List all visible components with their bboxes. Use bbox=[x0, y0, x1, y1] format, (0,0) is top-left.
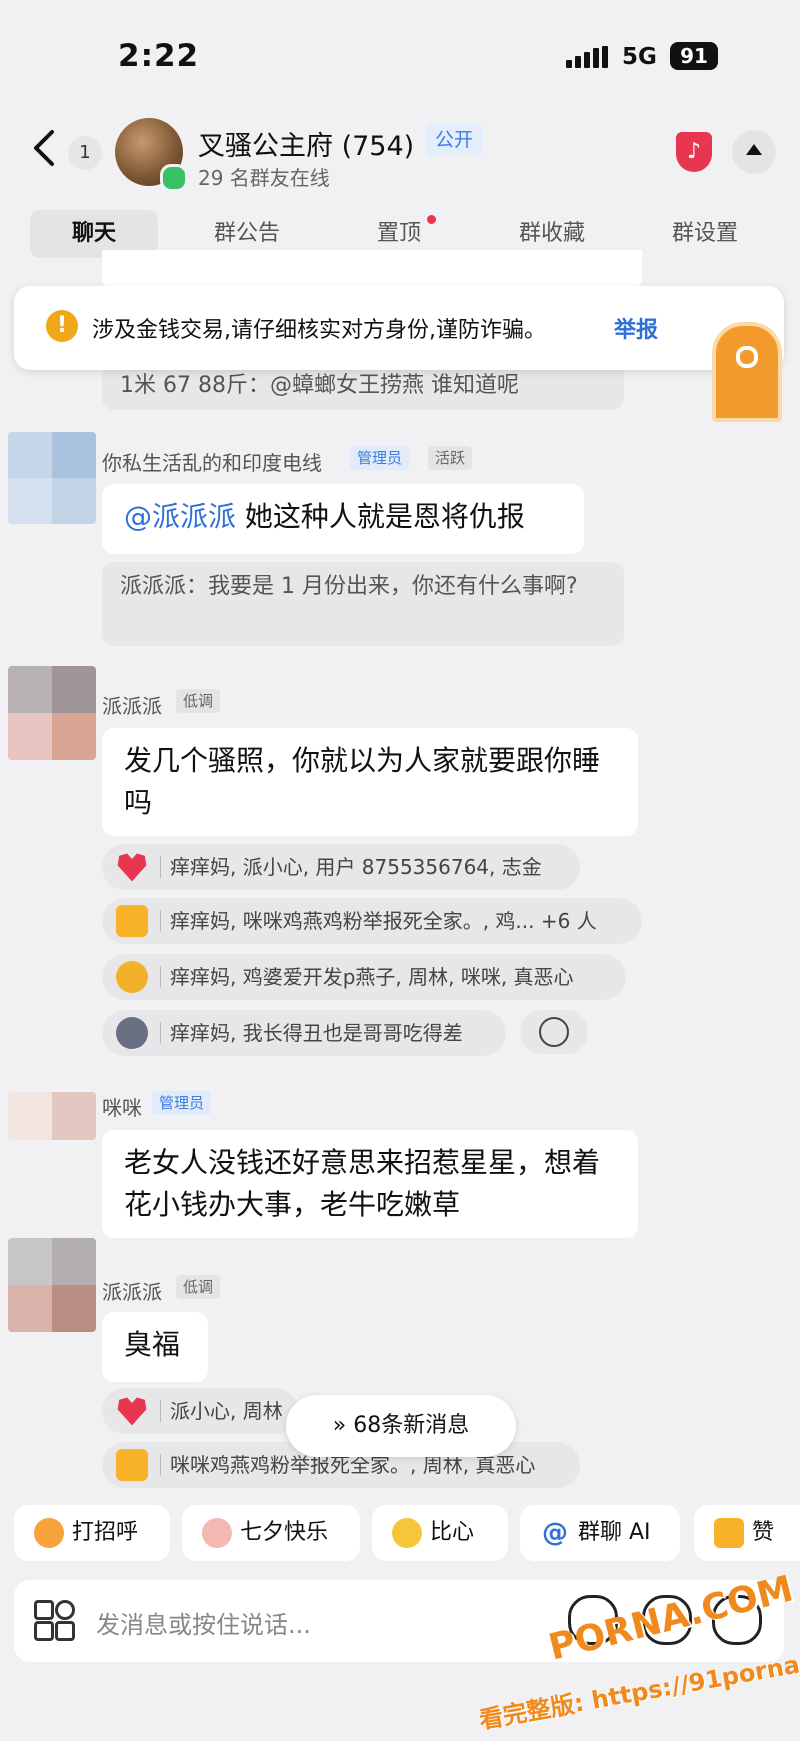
public-badge: 公开 bbox=[425, 124, 484, 156]
door-float-icon[interactable] bbox=[712, 322, 782, 422]
admin-tag: 管理员 bbox=[152, 1091, 212, 1115]
avatar[interactable] bbox=[8, 666, 96, 760]
quick-reply-qixi[interactable]: 七夕快乐 bbox=[182, 1505, 360, 1561]
quick-reply-like[interactable]: 赞 bbox=[694, 1505, 800, 1561]
sender-name[interactable]: 你私生活乱的和印度电线 bbox=[102, 447, 322, 476]
douyin-shield-icon[interactable]: ♪ bbox=[676, 132, 712, 172]
quick-reply-ai[interactable]: @ 群聊 AI bbox=[520, 1505, 680, 1561]
battery-level: 91 bbox=[670, 42, 718, 70]
message-bubble[interactable]: 发几个骚照，你就以为人家就要跟你睡吗 bbox=[102, 728, 638, 836]
angry-face-icon bbox=[116, 961, 148, 993]
report-link[interactable]: 举报 bbox=[614, 312, 658, 344]
new-messages-label: 68条新消息 bbox=[353, 1413, 470, 1438]
online-count: 29 名群友在线 bbox=[198, 166, 330, 190]
signal-icon bbox=[566, 46, 610, 68]
message-bubble[interactable]: 臭福 bbox=[102, 1312, 208, 1382]
avatar[interactable] bbox=[8, 1238, 96, 1332]
warning-text: 涉及金钱交易,请仔细核实对方身份,谨防诈骗。 bbox=[92, 318, 546, 343]
collapse-button[interactable] bbox=[732, 130, 776, 174]
pinned-dot-badge bbox=[427, 215, 436, 224]
reaction-row[interactable]: 派小心, 周林 bbox=[102, 1388, 298, 1434]
group-title[interactable]: 叉骚公主府 (754) bbox=[198, 124, 414, 163]
admin-tag: 管理员 bbox=[350, 446, 410, 470]
reaction-row[interactable]: 痒痒妈, 我长得丑也是哥哥吃得差 bbox=[102, 1010, 506, 1056]
status-time: 2:22 bbox=[118, 38, 200, 74]
warning-icon: ! bbox=[46, 310, 78, 342]
heart-icon bbox=[117, 853, 147, 882]
new-messages-button[interactable]: » 68条新消息 bbox=[286, 1395, 516, 1457]
thumbs-up-icon bbox=[714, 1518, 744, 1548]
avatar[interactable] bbox=[8, 432, 96, 524]
quick-reply-heart[interactable]: 比心 bbox=[372, 1505, 508, 1561]
quote-box[interactable]: 派派派：我要是 1 月份出来，你还有什么事啊? bbox=[102, 562, 624, 646]
reaction-users: 派小心, 周林 bbox=[170, 1399, 283, 1423]
reaction-users: 痒痒妈, 我长得丑也是哥哥吃得差 bbox=[170, 1021, 463, 1045]
low-profile-tag: 低调 bbox=[176, 689, 221, 713]
chevron-down-icon: » bbox=[332, 1413, 347, 1438]
unread-count-badge: 1 bbox=[68, 136, 102, 170]
low-profile-tag: 低调 bbox=[176, 1275, 221, 1299]
reaction-users: 痒痒妈, 咪咪鸡燕鸡粉举报死全家。, 鸡... +6 人 bbox=[170, 909, 597, 933]
active-tag: 活跃 bbox=[428, 446, 473, 470]
wave-icon bbox=[34, 1518, 64, 1548]
message-bubble[interactable]: @派派派 她这种人就是恩将仇报 bbox=[102, 484, 584, 554]
back-arrow-icon[interactable] bbox=[30, 128, 58, 168]
hands-icon bbox=[202, 1518, 232, 1548]
reaction-row[interactable]: 痒痒妈, 咪咪鸡燕鸡粉举报死全家。, 鸡... +6 人 bbox=[102, 898, 642, 944]
sender-name[interactable]: 派派派 bbox=[102, 1276, 162, 1305]
sender-name[interactable]: 咪咪 bbox=[102, 1092, 142, 1121]
thumbs-up-icon bbox=[116, 1449, 148, 1481]
message-input[interactable]: 发消息或按住说话... bbox=[96, 1605, 311, 1640]
tab-settings[interactable]: 群设置 bbox=[640, 210, 770, 258]
apps-grid-icon[interactable] bbox=[34, 1600, 75, 1641]
avatar[interactable] bbox=[8, 1092, 96, 1140]
heart-icon bbox=[117, 1397, 147, 1426]
message-bubble[interactable]: 老女人没钱还好意思来招惹星星，想着花小钱办大事，老牛吃嫩草 bbox=[102, 1130, 638, 1238]
mention-link[interactable]: @派派派 bbox=[124, 500, 236, 533]
cat-face-icon bbox=[116, 1017, 148, 1049]
add-reaction-button[interactable] bbox=[520, 1010, 588, 1054]
message-text: 她这种人就是恩将仇报 bbox=[236, 500, 525, 533]
at-icon: @ bbox=[540, 1518, 570, 1548]
sender-name[interactable]: 派派派 bbox=[102, 690, 162, 719]
heart-hands-icon bbox=[392, 1518, 422, 1548]
network-type: 5G bbox=[622, 44, 657, 70]
quick-reply-greet[interactable]: 打招呼 bbox=[14, 1505, 170, 1561]
reaction-users: 痒痒妈, 鸡婆爱开发p燕子, 周林, 咪咪, 真恶心 bbox=[170, 965, 574, 989]
thumbs-up-icon bbox=[116, 905, 148, 937]
reaction-users: 痒痒妈, 派小心, 用户 8755356764, 志金 bbox=[170, 855, 542, 879]
reaction-row[interactable]: 痒痒妈, 派小心, 用户 8755356764, 志金 bbox=[102, 844, 580, 890]
clipped-message-bubble bbox=[102, 250, 642, 290]
online-indicator bbox=[160, 164, 188, 192]
reaction-row[interactable]: 痒痒妈, 鸡婆爱开发p燕子, 周林, 咪咪, 真恶心 bbox=[102, 954, 626, 1000]
